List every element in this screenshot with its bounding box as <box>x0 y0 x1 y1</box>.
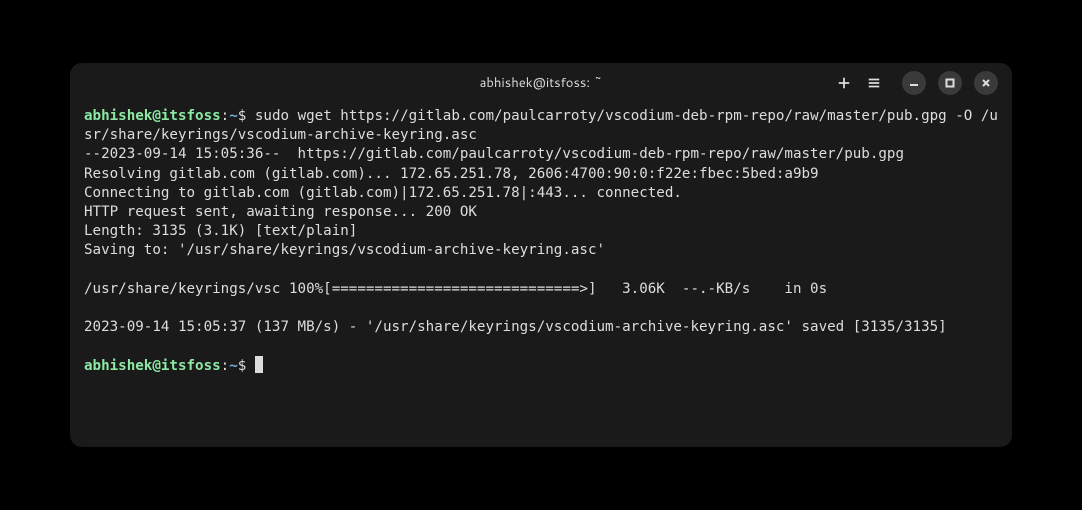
output-line: HTTP request sent, awaiting response... … <box>84 204 477 220</box>
prompt-userhost: abhishek@itsfoss <box>84 358 221 374</box>
close-button[interactable] <box>974 71 998 95</box>
prompt-colon: : <box>221 108 230 124</box>
maximize-button[interactable] <box>938 71 962 95</box>
prompt-colon: : <box>221 358 230 374</box>
output-line: Saving to: '/usr/share/keyrings/vscodium… <box>84 242 605 258</box>
minimize-button[interactable] <box>902 71 926 95</box>
prompt-dollar: $ <box>238 108 255 124</box>
terminal-body[interactable]: abhishek@itsfoss:~$ sudo wget https://gi… <box>70 103 1012 447</box>
output-line: --2023-09-14 15:05:36-- https://gitlab.c… <box>84 146 904 162</box>
output-line: Length: 3135 (3.1K) [text/plain] <box>84 223 357 239</box>
prompt-userhost: abhishek@itsfoss <box>84 108 221 124</box>
window-controls <box>902 71 998 95</box>
prompt-dollar: $ <box>238 358 255 374</box>
output-line: Connecting to gitlab.com (gitlab.com)|17… <box>84 185 682 201</box>
titlebar: abhishek@itsfoss: ~ <box>70 63 1012 103</box>
prompt-path: ~ <box>229 358 238 374</box>
terminal-window: abhishek@itsfoss: ~ abhishek@itsfoss:~ <box>70 63 1012 447</box>
prompt-path: ~ <box>229 108 238 124</box>
output-line: Resolving gitlab.com (gitlab.com)... 172… <box>84 166 819 182</box>
output-line: /usr/share/keyrings/vsc 100%[===========… <box>84 281 827 297</box>
titlebar-controls <box>836 71 998 95</box>
hamburger-menu-icon[interactable] <box>866 75 882 91</box>
output-line: 2023-09-14 15:05:37 (137 MB/s) - '/usr/s… <box>84 319 947 335</box>
new-tab-icon[interactable] <box>836 75 852 91</box>
cursor <box>255 356 263 373</box>
